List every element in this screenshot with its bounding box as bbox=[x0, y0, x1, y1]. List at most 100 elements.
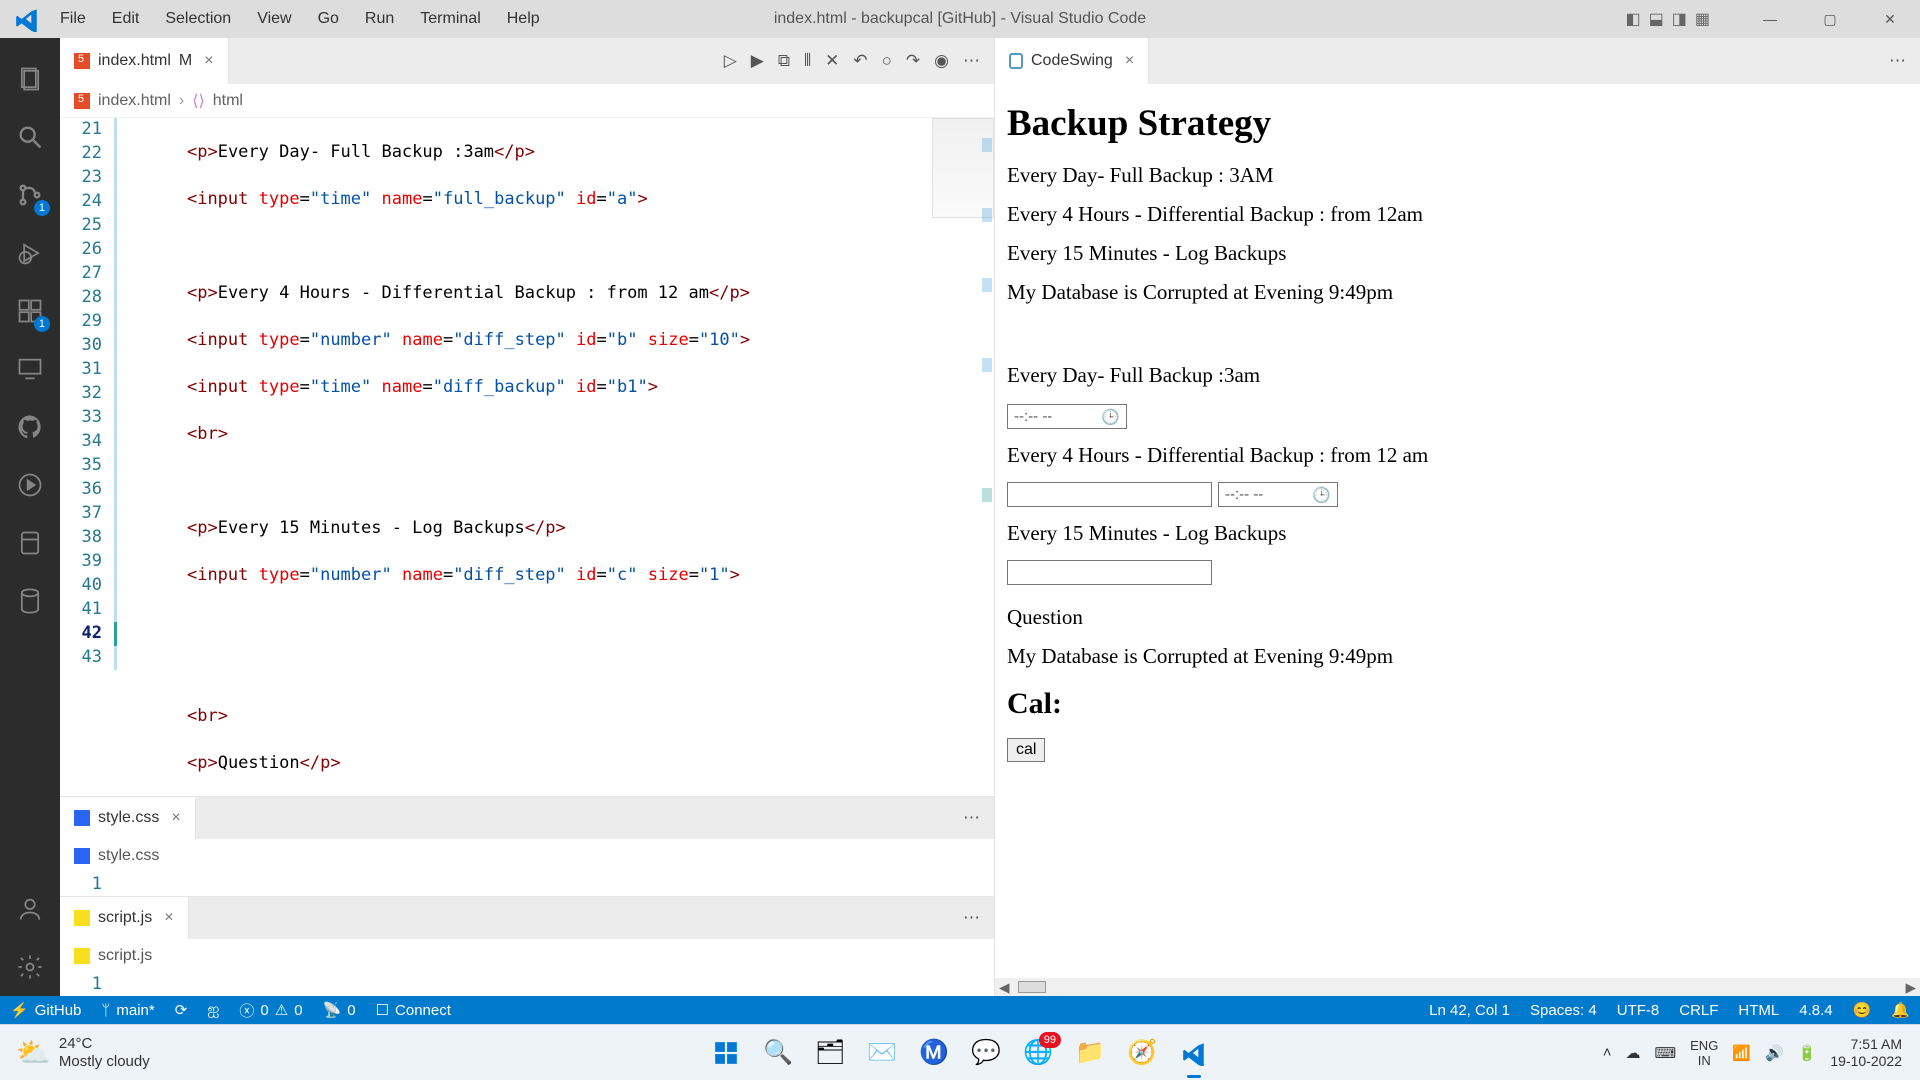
taskbar-vscode-icon[interactable] bbox=[1177, 1036, 1211, 1070]
time-input[interactable]: --:-- -- 🕒 bbox=[1218, 482, 1338, 507]
tray-chevron-icon[interactable]: ˄ bbox=[1603, 1044, 1612, 1061]
remote-icon: ⚡ bbox=[10, 1001, 29, 1019]
status-bell-icon[interactable]: 🔔 bbox=[1881, 1001, 1920, 1019]
taskbar-mail-icon[interactable]: ✉️ bbox=[865, 1036, 899, 1070]
tray-volume-icon[interactable]: 🔊 bbox=[1765, 1044, 1784, 1062]
back-icon[interactable]: ↶ bbox=[853, 51, 867, 71]
status-problems[interactable]: ⓧ0 ⚠0 bbox=[229, 1000, 312, 1021]
live-share-icon[interactable] bbox=[0, 456, 60, 514]
accounts-icon[interactable] bbox=[0, 880, 60, 938]
time-input[interactable]: --:-- -- 🕒 bbox=[1007, 404, 1127, 429]
tray-keyboard-icon[interactable]: ⌨ bbox=[1654, 1044, 1676, 1062]
layout-panel-icon[interactable]: ⬓ bbox=[1649, 9, 1664, 29]
tray-clock[interactable]: 7:51 AM 19-10-2022 bbox=[1830, 1036, 1902, 1070]
split-editor-icon[interactable]: ⧉ bbox=[778, 51, 790, 71]
layout-sidebar-left-icon[interactable]: ◧ bbox=[1626, 9, 1641, 29]
taskbar-edge-icon[interactable]: 🧭 bbox=[1125, 1036, 1159, 1070]
status-sync[interactable]: ⟳ bbox=[165, 1001, 198, 1019]
menu-selection[interactable]: Selection bbox=[159, 8, 237, 30]
tab-codeswing[interactable]: CodeSwing × bbox=[995, 38, 1149, 84]
start-button[interactable] bbox=[709, 1036, 743, 1070]
taskbar-taskview-icon[interactable]: 🗂 bbox=[813, 1036, 847, 1070]
more-icon[interactable]: ⋯ bbox=[1889, 51, 1906, 71]
status-feedback-icon[interactable]: 😊 bbox=[1843, 1001, 1882, 1019]
close-button[interactable]: ✕ bbox=[1860, 0, 1920, 38]
menu-run[interactable]: Run bbox=[359, 8, 400, 30]
taskbar-whatsapp-icon[interactable]: 💬 bbox=[969, 1036, 1003, 1070]
tray-battery-icon[interactable]: 🔋 bbox=[1798, 1044, 1817, 1062]
code-editor[interactable]: 21 22 23 24 25 26 27 28 29 30 31 32 33 3… bbox=[60, 118, 994, 796]
breadcrumb[interactable]: index.html › ⟨⟩ html bbox=[60, 84, 994, 118]
settings-gear-icon[interactable] bbox=[0, 938, 60, 996]
layout-sidebar-right-icon[interactable]: ◨ bbox=[1672, 9, 1687, 29]
more-icon[interactable]: ⋯ bbox=[963, 808, 980, 828]
status-branch[interactable]: ᛘ main* bbox=[91, 1002, 164, 1019]
status-connect[interactable]: ☐ Connect bbox=[366, 1001, 461, 1019]
extensions-icon[interactable]: 1 bbox=[0, 282, 60, 340]
tab-index-html[interactable]: index.html M × bbox=[60, 38, 229, 84]
status-encoding[interactable]: UTF-8 bbox=[1607, 1001, 1670, 1019]
search-icon[interactable] bbox=[0, 108, 60, 166]
sql-icon[interactable] bbox=[0, 514, 60, 572]
status-eol[interactable]: CRLF bbox=[1669, 1001, 1728, 1019]
taskbar-gmail-icon[interactable]: Ⓜ️ bbox=[917, 1036, 951, 1070]
menu-help[interactable]: Help bbox=[501, 8, 546, 30]
code-lines[interactable]: <p>Every Day- Full Backup :3am</p> <inpu… bbox=[128, 118, 994, 796]
status-cursor[interactable]: Ln 42, Col 1 bbox=[1419, 1001, 1520, 1019]
tab-close-icon[interactable]: × bbox=[1125, 52, 1134, 70]
taskbar-weather[interactable]: ⛅ 24°C Mostly cloudy bbox=[0, 1035, 150, 1071]
tab-close-icon[interactable]: × bbox=[171, 809, 180, 827]
tools-icon[interactable]: ✕ bbox=[825, 51, 839, 71]
source-control-icon[interactable]: 1 bbox=[0, 166, 60, 224]
github-icon[interactable] bbox=[0, 398, 60, 456]
status-language[interactable]: HTML bbox=[1728, 1001, 1789, 1019]
tray-language[interactable]: ENG IN bbox=[1690, 1038, 1718, 1068]
run-icon[interactable]: ▷ bbox=[724, 51, 737, 71]
circle-icon[interactable]: ○ bbox=[882, 51, 892, 71]
cal-button[interactable]: cal bbox=[1007, 738, 1045, 762]
columns-icon[interactable]: ⫴ bbox=[804, 51, 811, 71]
tab-close-icon[interactable]: × bbox=[204, 52, 213, 70]
tab-close-icon[interactable]: × bbox=[164, 909, 173, 927]
layout-grid-icon[interactable]: ▦ bbox=[1695, 9, 1710, 29]
style-breadcrumb[interactable]: style.css bbox=[60, 839, 994, 873]
taskbar-search-icon[interactable]: 🔍 bbox=[761, 1036, 795, 1070]
more-icon[interactable]: ⋯ bbox=[963, 908, 980, 928]
tab-style-css[interactable]: style.css × bbox=[60, 797, 196, 839]
breadcrumb-file: index.html bbox=[98, 92, 171, 110]
taskbar-explorer-icon[interactable]: 📁 bbox=[1073, 1036, 1107, 1070]
taskbar-edge-dev-icon[interactable]: 🌐99 bbox=[1021, 1036, 1055, 1070]
minimize-button[interactable]: — bbox=[1740, 0, 1800, 38]
status-version[interactable]: 4.8.4 bbox=[1789, 1001, 1842, 1019]
tray-wifi-icon[interactable]: 📶 bbox=[1732, 1044, 1751, 1062]
script-breadcrumb[interactable]: script.js bbox=[60, 939, 994, 973]
scroll-left-icon[interactable]: ◂ bbox=[995, 975, 1014, 997]
number-input[interactable] bbox=[1007, 482, 1212, 507]
menu-edit[interactable]: Edit bbox=[106, 8, 146, 30]
status-spaces[interactable]: Spaces: 4 bbox=[1520, 1001, 1607, 1019]
number-input[interactable] bbox=[1007, 560, 1212, 585]
menu-terminal[interactable]: Terminal bbox=[414, 8, 486, 30]
scrollbar-thumb[interactable] bbox=[1018, 981, 1046, 993]
horizontal-scrollbar[interactable]: ◂ ▸ bbox=[995, 978, 1920, 996]
status-github[interactable]: ⚡ GitHub bbox=[0, 1001, 91, 1019]
remote-explorer-icon[interactable] bbox=[0, 340, 60, 398]
scroll-right-icon[interactable]: ▸ bbox=[1901, 975, 1920, 997]
maximize-button[interactable]: ▢ bbox=[1800, 0, 1860, 38]
menu-go[interactable]: Go bbox=[312, 8, 345, 30]
tab-script-js[interactable]: script.js × bbox=[60, 897, 189, 939]
tray-onedrive-icon[interactable]: ☁ bbox=[1625, 1044, 1640, 1062]
run-debug-icon[interactable] bbox=[0, 224, 60, 282]
database-icon[interactable] bbox=[0, 572, 60, 630]
status-live-share[interactable]: ஐ bbox=[197, 1001, 229, 1020]
run-file-icon[interactable]: ▶ bbox=[751, 51, 764, 71]
scroll-overview[interactable] bbox=[980, 118, 994, 796]
weather-temp: 24°C bbox=[59, 1035, 150, 1053]
menu-file[interactable]: File bbox=[54, 8, 92, 30]
status-ports[interactable]: 📡0 bbox=[313, 1001, 366, 1019]
menu-view[interactable]: View bbox=[251, 8, 297, 30]
forward-icon[interactable]: ↷ bbox=[906, 51, 920, 71]
record-icon[interactable]: ◉ bbox=[934, 51, 949, 71]
explorer-icon[interactable] bbox=[0, 50, 60, 108]
more-icon[interactable]: ⋯ bbox=[963, 51, 980, 71]
